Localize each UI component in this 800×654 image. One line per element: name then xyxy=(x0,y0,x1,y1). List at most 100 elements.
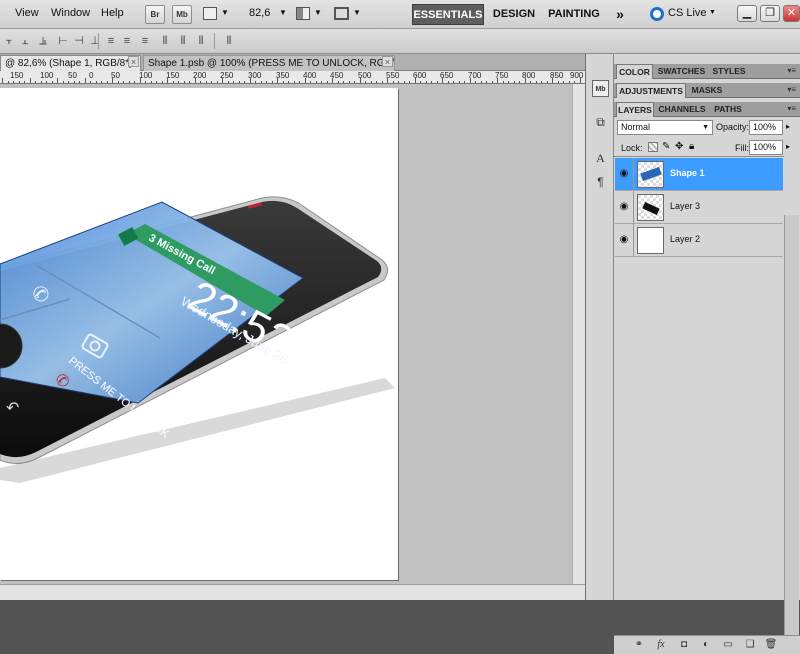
layer-row-layer-3[interactable]: ◉ Layer 3 xyxy=(615,191,783,224)
trash-icon[interactable]: 🗑︎ xyxy=(764,638,778,652)
opacity-input[interactable]: 100% xyxy=(749,120,783,135)
screen-mode-icon[interactable] xyxy=(334,7,349,20)
tab-color[interactable]: COLOR xyxy=(616,64,653,79)
layer-name: Layer 2 xyxy=(670,234,701,244)
chevron-down-icon[interactable]: ▼ xyxy=(314,8,322,17)
minibridge-panel-icon[interactable]: Mb xyxy=(592,80,609,97)
align-bottom-icon[interactable]: ⫡ xyxy=(36,34,50,48)
layer-row-layer-2[interactable]: ◉ Layer 2 xyxy=(615,224,783,257)
opacity-slider-arrow-icon[interactable]: ▸ xyxy=(786,122,790,131)
add-mask-icon[interactable]: ◘ xyxy=(677,638,691,652)
lock-position-icon[interactable]: ✥ xyxy=(675,141,683,152)
layer-row-shape-1[interactable]: ◉ Shape 1 xyxy=(615,158,783,191)
distribute-left-icon[interactable]: ⦀ xyxy=(158,34,172,48)
options-bar: ⫟ ⫠ ⫡ ⊢ ⊣ ⊥ ≡ ≡ ≡ ⦀ ⦀ ⦀ ⦀ xyxy=(0,29,800,54)
distribute-bottom-icon[interactable]: ≡ xyxy=(138,34,152,48)
minimize-button[interactable]: ▁ xyxy=(737,5,757,22)
chevron-down-icon[interactable]: ▼ xyxy=(353,8,361,17)
zoom-level[interactable]: 82,6 xyxy=(249,7,270,19)
more-workspaces-button[interactable]: » xyxy=(610,4,630,25)
cslive-icon[interactable] xyxy=(650,7,664,21)
chevron-down-icon[interactable]: ▼ xyxy=(709,9,716,16)
close-tab-icon[interactable]: × xyxy=(128,56,139,67)
close-tab-icon[interactable]: × xyxy=(382,56,393,67)
horizontal-ruler: 150 100 50 0 50 100 150 200 250 300 350 … xyxy=(0,71,585,84)
fill-input[interactable]: 100% xyxy=(749,140,783,155)
phone-artwork: ✆ ✆ ↶ 22:52 Wednesday, June 26 3 Missing… xyxy=(0,196,395,483)
distribute-right-icon[interactable]: ⦀ xyxy=(194,34,208,48)
workspace-painting[interactable]: PAINTING xyxy=(545,4,603,25)
phone-thumbnail-shape xyxy=(642,201,660,216)
tab-layers[interactable]: LAYERS xyxy=(616,102,654,117)
cslive-label[interactable]: CS Live xyxy=(668,7,707,19)
lock-all-icon[interactable]: 🔒︎ xyxy=(689,141,694,152)
view-extras-icon[interactable] xyxy=(203,7,217,20)
horizontal-scrollbar[interactable] xyxy=(0,584,585,600)
menu-view[interactable]: View xyxy=(15,7,39,19)
panel-menu-icon[interactable]: ▾≡ xyxy=(787,85,796,94)
chevron-down-icon[interactable]: ▼ xyxy=(279,8,287,17)
align-right-icon[interactable]: ⊥ xyxy=(88,34,102,48)
ruler-label: 900 xyxy=(570,71,584,80)
new-layer-icon[interactable]: ❏ xyxy=(743,638,757,652)
align-hcenter-icon[interactable]: ⊣ xyxy=(72,34,86,48)
ruler-label: 0 xyxy=(89,71,94,80)
blend-mode-value: Normal xyxy=(621,122,651,132)
align-left-icon[interactable]: ⊢ xyxy=(56,34,70,48)
distribute-hcenter-icon[interactable]: ⦀ xyxy=(176,34,190,48)
visibility-toggle[interactable]: ◉ xyxy=(615,191,634,224)
phone-thumbnail-shape xyxy=(640,166,662,182)
lock-transparency-icon[interactable] xyxy=(648,142,658,152)
layer-thumbnail xyxy=(637,194,664,221)
tab-label: @ 82,6% (Shape 1, RGB/8*) * xyxy=(5,58,140,69)
restore-button[interactable]: ❐ xyxy=(760,5,780,22)
auto-align-icon[interactable]: ⦀ xyxy=(222,34,236,48)
arrange-documents-icon[interactable] xyxy=(296,7,310,20)
tab-active-document[interactable]: @ 82,6% (Shape 1, RGB/8*) * xyxy=(0,55,141,71)
new-group-icon[interactable]: ▭ xyxy=(721,638,735,652)
character-panel-icon[interactable]: A xyxy=(592,150,609,167)
tab-styles[interactable]: STYLES xyxy=(710,64,748,79)
fx-icon[interactable]: fx xyxy=(654,638,668,652)
color-panel-tabs: COLOR SWATCHES STYLES ▾≡ xyxy=(614,64,800,79)
panel-menu-icon[interactable]: ▾≡ xyxy=(787,104,796,113)
tab-paths[interactable]: PATHS xyxy=(710,102,746,117)
bridge-button[interactable]: Br xyxy=(145,5,165,24)
menu-help[interactable]: Help xyxy=(101,7,124,19)
eye-icon: ◉ xyxy=(619,201,629,212)
tab-shape1-psb[interactable]: Shape 1.psb @ 100% (PRESS ME TO UNLOCK, … xyxy=(143,55,395,71)
ruler-label: 150 xyxy=(166,71,180,80)
ruler-label: 350 xyxy=(276,71,290,80)
eye-icon: ◉ xyxy=(619,234,629,245)
workspace-design[interactable]: DESIGN xyxy=(488,4,540,25)
tab-channels[interactable]: CHANNELS xyxy=(656,102,708,117)
tab-adjustments[interactable]: ADJUSTMENTS xyxy=(616,83,686,98)
align-top-icon[interactable]: ⫟ xyxy=(2,34,16,48)
tab-masks[interactable]: MASKS xyxy=(688,83,726,98)
minibridge-button[interactable]: Mb xyxy=(172,5,192,24)
vertical-scrollbar[interactable] xyxy=(572,84,585,584)
distribute-top-icon[interactable]: ≡ xyxy=(104,34,118,48)
distribute-vcenter-icon[interactable]: ≡ xyxy=(120,34,134,48)
history-panel-icon[interactable]: ⧉ xyxy=(592,114,609,131)
workspace-essentials[interactable]: ESSENTIALS xyxy=(412,4,484,25)
layers-scrollbar[interactable] xyxy=(784,215,799,635)
lock-pixels-icon[interactable]: ✎ xyxy=(662,141,670,152)
menu-window[interactable]: Window xyxy=(51,7,90,19)
fill-slider-arrow-icon[interactable]: ▸ xyxy=(786,142,790,151)
paragraph-panel-icon[interactable]: ¶ xyxy=(592,174,609,191)
visibility-toggle[interactable]: ◉ xyxy=(615,224,634,257)
chevron-down-icon[interactable]: ▼ xyxy=(221,8,229,17)
opacity-label: Opacity: xyxy=(716,122,750,132)
link-layers-icon[interactable]: ⚭ xyxy=(632,638,646,652)
adjustment-layer-icon[interactable]: ◐ xyxy=(699,638,713,652)
panel-dock: COLOR SWATCHES STYLES ▾≡ ADJUSTMENTS MAS… xyxy=(614,54,800,654)
document-canvas[interactable]: ✆ ✆ ↶ 22:52 Wednesday, June 26 3 Missing… xyxy=(0,88,398,580)
close-window-button[interactable]: ✕ xyxy=(783,5,800,22)
layer-name: Shape 1 xyxy=(670,168,705,178)
visibility-toggle[interactable]: ◉ xyxy=(615,158,634,191)
align-vcenter-icon[interactable]: ⫠ xyxy=(18,34,32,48)
blend-mode-select[interactable]: Normal ▼ xyxy=(617,120,713,135)
panel-menu-icon[interactable]: ▾≡ xyxy=(787,66,796,75)
tab-swatches[interactable]: SWATCHES xyxy=(655,64,708,79)
